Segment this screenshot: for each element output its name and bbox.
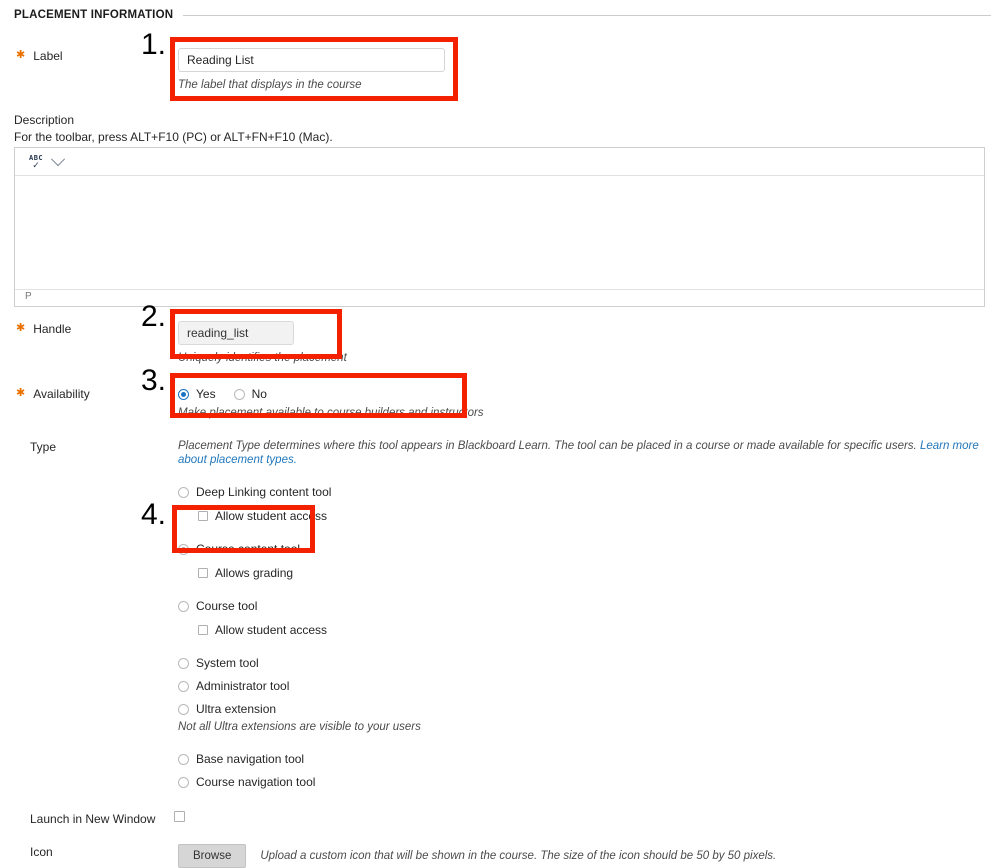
radio-ultra-extension[interactable] — [178, 703, 189, 715]
rte-element-path: P — [15, 289, 984, 306]
type-option-ultra-extension[interactable]: Ultra extension — [178, 701, 991, 717]
description-rich-text-editor[interactable]: ABC ✓ P — [14, 147, 985, 307]
description-label: Description — [14, 113, 75, 127]
radio-system-tool[interactable] — [178, 657, 189, 669]
header-divider — [183, 14, 991, 16]
required-asterisk-handle: ✱ — [16, 322, 26, 334]
rte-content-area[interactable] — [15, 176, 984, 289]
type-field-label: Type — [0, 439, 168, 455]
checkbox-allow-student-access-2[interactable] — [198, 625, 208, 635]
handle-hint: Uniquely identifies the placement — [178, 352, 347, 364]
availability-field-label: ✱ Availability — [0, 386, 168, 402]
required-asterisk-label: ✱ — [16, 49, 26, 61]
description-toolbar-hint: For the toolbar, press ALT+F10 (PC) or A… — [14, 130, 333, 144]
availability-hint: Make placement available to course build… — [178, 407, 484, 419]
type-option-deep-linking[interactable]: Deep Linking content tool — [178, 484, 991, 500]
checkbox-allow-student-access-1[interactable] — [198, 511, 208, 521]
type-text: Type — [30, 440, 57, 454]
type-hint: Placement Type determines where this too… — [178, 439, 991, 467]
type-row: Type Placement Type determines where thi… — [0, 439, 993, 790]
launch-new-window-text: Launch in New Window — [30, 812, 156, 826]
radio-base-navigation-tool[interactable] — [178, 753, 189, 765]
ultra-extension-note: Not all Ultra extensions are visible to … — [178, 721, 421, 733]
label-field-label: ✱ Label — [0, 48, 168, 64]
checkbox-allows-grading[interactable] — [198, 568, 208, 578]
availability-radio-group[interactable]: Yes No — [178, 386, 993, 402]
availability-text: Availability — [33, 387, 90, 401]
icon-hint: Upload a custom icon that will be shown … — [260, 849, 777, 862]
page-title: PLACEMENT INFORMATION — [14, 9, 174, 21]
type-course-tool-label: Course tool — [196, 599, 258, 613]
radio-yes[interactable] — [178, 388, 189, 400]
availability-yes-label: Yes — [196, 387, 216, 401]
icon-text: Icon — [30, 845, 53, 859]
type-course-content-label: Course content tool — [196, 542, 301, 556]
availability-no-label: No — [251, 387, 267, 401]
availability-option-no[interactable]: No — [233, 386, 267, 402]
icon-row: Icon Browse Upload a custom icon that wi… — [0, 844, 993, 868]
type-option-base-navigation-tool[interactable]: Base navigation tool — [178, 751, 991, 767]
type-option-course-content-tool[interactable]: Course content tool — [178, 541, 991, 557]
radio-no[interactable] — [233, 388, 245, 400]
launch-new-window-field-label: Launch in New Window — [0, 811, 168, 827]
radio-administrator-tool[interactable] — [178, 680, 189, 692]
availability-option-yes[interactable]: Yes — [178, 386, 216, 402]
type-sub-allow-student-access-1[interactable]: Allow student access — [198, 508, 991, 524]
label-input[interactable] — [178, 48, 445, 72]
handle-field-label: ✱ Handle — [0, 321, 168, 337]
icon-field-label: Icon — [0, 844, 168, 860]
label-hint: The label that displays in the course — [178, 79, 362, 91]
rte-toolbar[interactable]: ABC ✓ — [15, 148, 984, 176]
type-sub-label-3: Allow student access — [215, 623, 328, 637]
type-sub-label-2: Allows grading — [215, 566, 294, 580]
type-sub-label-1: Allow student access — [215, 509, 328, 523]
description-label-block: Description For the toolbar, press ALT+F… — [0, 113, 993, 144]
type-administrator-tool-label: Administrator tool — [196, 679, 290, 693]
type-system-tool-label: System tool — [196, 656, 259, 670]
label-row: ✱ Label The label that displays in the c… — [0, 48, 993, 93]
type-option-system-tool[interactable]: System tool — [178, 655, 991, 671]
type-sub-allow-student-access-2[interactable]: Allow student access — [198, 622, 991, 638]
radio-course-navigation-tool[interactable] — [178, 776, 189, 788]
type-ultra-extension-label: Ultra extension — [196, 702, 277, 716]
handle-input[interactable] — [178, 321, 294, 345]
radio-course-content-tool[interactable] — [178, 543, 189, 555]
label-text: Label — [33, 49, 63, 63]
availability-row: ✱ Availability Yes No Make placement ava… — [0, 386, 993, 421]
type-base-nav-label: Base navigation tool — [196, 752, 305, 766]
required-asterisk-availability: ✱ — [16, 387, 26, 399]
type-option-administrator-tool[interactable]: Administrator tool — [178, 678, 991, 694]
type-deep-linking-label: Deep Linking content tool — [196, 485, 332, 499]
checkbox-launch-in-new-window[interactable] — [174, 811, 185, 822]
section-header: PLACEMENT INFORMATION — [0, 0, 993, 24]
type-option-course-tool[interactable]: Course tool — [178, 598, 991, 614]
launch-new-window-row: Launch in New Window — [0, 811, 993, 827]
type-hint-text: Placement Type determines where this too… — [178, 440, 917, 452]
type-option-course-navigation-tool[interactable]: Course navigation tool — [178, 774, 991, 790]
type-course-nav-label: Course navigation tool — [196, 775, 316, 789]
radio-deep-linking-content-tool[interactable] — [178, 486, 189, 498]
browse-button[interactable]: Browse — [178, 844, 247, 868]
abc-checkmark-spellcheck-icon[interactable]: ABC ✓ — [29, 154, 43, 169]
handle-text: Handle — [33, 322, 72, 336]
handle-row: ✱ Handle Uniquely identifies the placeme… — [0, 321, 993, 366]
type-sub-allows-grading[interactable]: Allows grading — [198, 565, 991, 581]
chevron-down-icon[interactable] — [51, 151, 66, 166]
radio-course-tool[interactable] — [178, 600, 189, 612]
